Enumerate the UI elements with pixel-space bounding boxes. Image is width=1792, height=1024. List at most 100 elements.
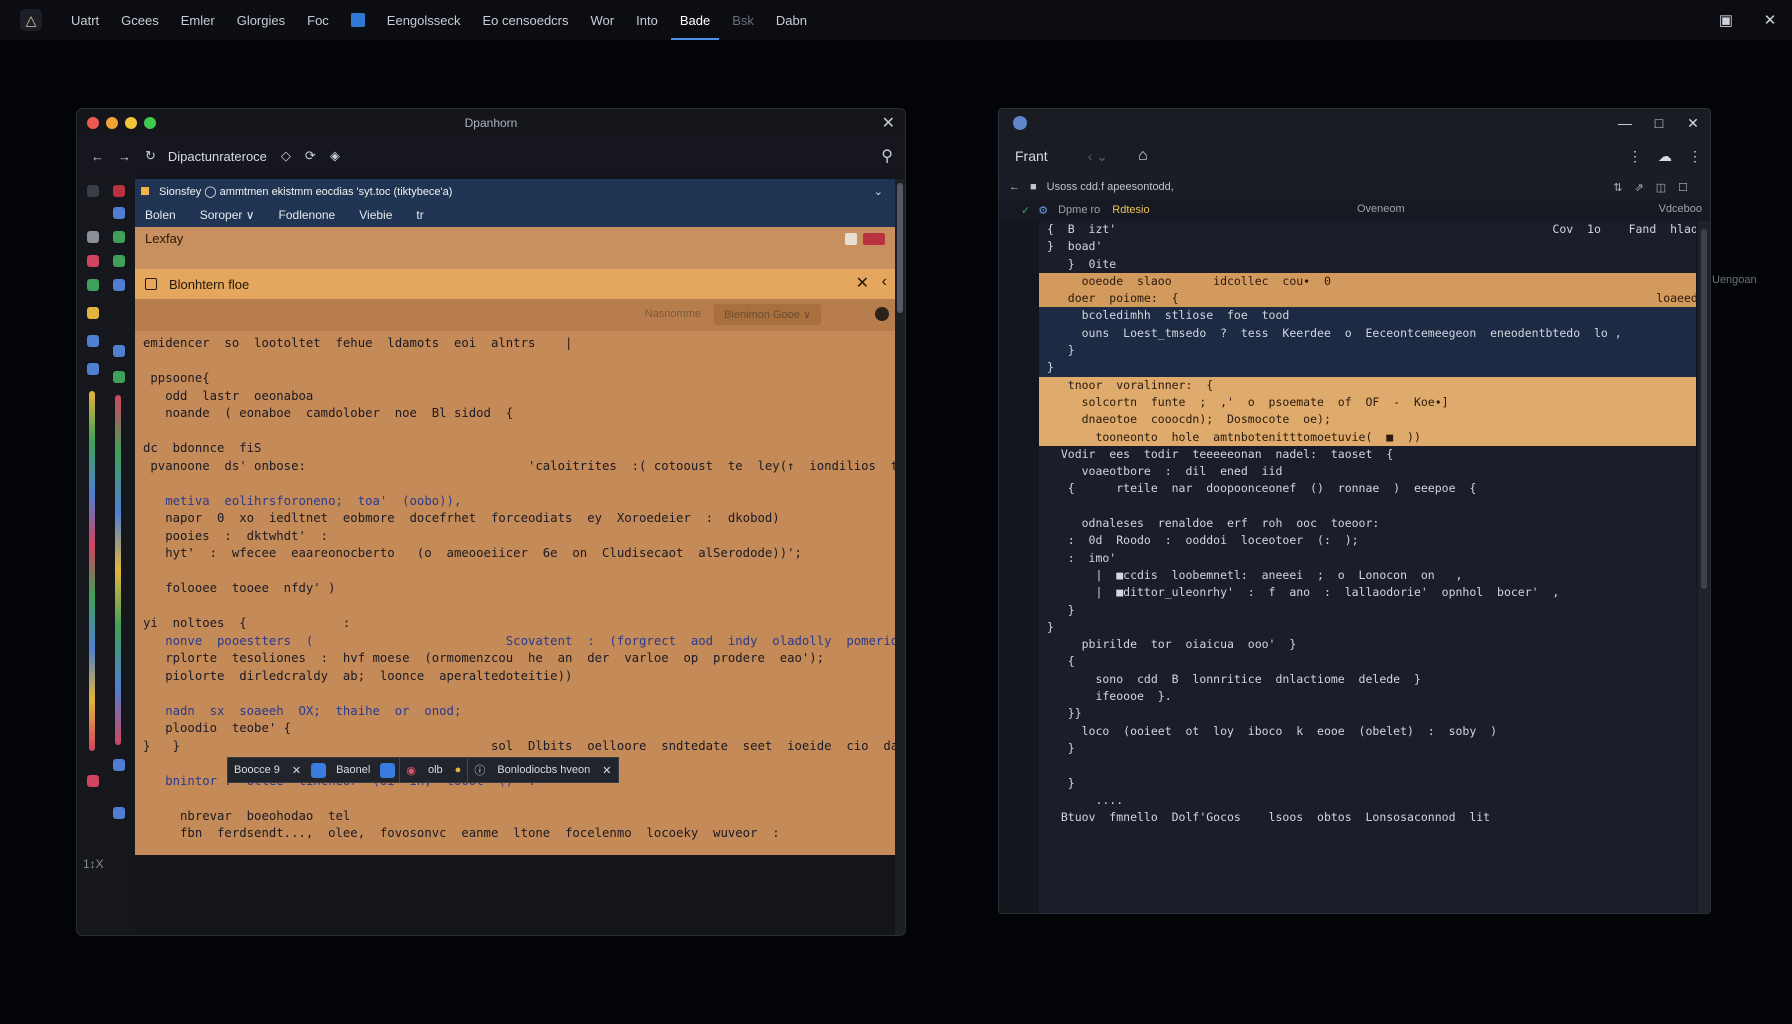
star-icon[interactable] xyxy=(87,307,99,319)
refresh-icon[interactable]: ⟳ xyxy=(305,148,316,164)
file-tab[interactable]: Soroper ∨ xyxy=(200,208,255,222)
file-icon[interactable] xyxy=(87,231,99,243)
pin-icon[interactable]: ◈ xyxy=(330,148,340,164)
pin-icon[interactable] xyxy=(380,762,396,778)
address-text[interactable]: Usoss cdd.f apeesontodd, xyxy=(1047,181,1174,193)
maximize-icon[interactable]: □ xyxy=(1642,115,1676,131)
back-arrow-icon[interactable]: ‹ ⌄ xyxy=(1088,148,1108,165)
menu-item[interactable]: Dabn xyxy=(765,0,818,40)
close-icon[interactable]: ✕ xyxy=(856,273,869,293)
diamond-icon[interactable]: ◇ xyxy=(281,148,291,164)
account-icon[interactable] xyxy=(113,759,125,771)
menu-icon[interactable]: ⋮ xyxy=(1680,148,1710,165)
file-tab[interactable]: Bolen xyxy=(145,208,176,222)
find-bar: Blonhtern floe ✕ ‹ xyxy=(135,269,897,299)
chevron-left-icon[interactable]: ‹ xyxy=(882,273,887,291)
file-tab[interactable]: tr xyxy=(416,208,423,222)
search-icon[interactable]: ⚲ xyxy=(881,146,893,166)
url-field[interactable]: Dipactunrateroce xyxy=(168,149,267,164)
close-icon[interactable]: ✕ xyxy=(1676,115,1710,132)
code-area[interactable]: { B izt' Cov 1o Fand hlaoe Nnee} boad' }… xyxy=(1039,221,1696,913)
menu-item[interactable]: Foc xyxy=(296,0,340,40)
more-vertical-icon[interactable]: ⋮ xyxy=(1620,148,1650,165)
reload-icon[interactable]: ↻ xyxy=(145,148,156,164)
folder-icon[interactable] xyxy=(113,185,125,197)
toolbar-item[interactable]: Baonel xyxy=(330,764,376,776)
checkbox[interactable] xyxy=(145,278,157,290)
code-line: solcortn funte ; ,' o psoemate of OF - K… xyxy=(1039,393,1696,412)
code-line: .... xyxy=(1047,792,1124,807)
menu-item[interactable]: Into xyxy=(625,0,669,40)
preview-icon[interactable] xyxy=(845,233,857,245)
menu-item[interactable]: Eengolsseck xyxy=(376,0,472,40)
tab-strip-text[interactable]: Sionsfey ◯ ammtmen ekistmm eocdias 'syt.… xyxy=(159,185,452,198)
extension-icon[interactable] xyxy=(113,231,125,243)
option-dropdown[interactable]: Bienimon Gooe ∨ xyxy=(714,304,821,325)
forward-arrow-icon[interactable]: → xyxy=(118,149,131,164)
scroll-thumb[interactable] xyxy=(897,183,903,313)
code-line: sono cdd B lonnritice dnlactiome delede … xyxy=(1047,671,1421,686)
gear-icon[interactable] xyxy=(113,807,125,819)
back-arrow-icon[interactable]: ← xyxy=(1009,181,1020,193)
avatar[interactable] xyxy=(875,307,889,321)
check-icon: ✓ xyxy=(1021,204,1031,217)
home-icon[interactable]: ⌂ xyxy=(1138,147,1148,165)
menu-item[interactable]: Glorgies xyxy=(226,0,296,40)
tab-active[interactable]: Rdtesio xyxy=(1112,204,1149,216)
menu-item[interactable]: Wor xyxy=(580,0,626,40)
browser-nav: ← → ↻ Dipactunrateroce ◇ ⟳ ◈ ⚲ xyxy=(77,137,905,175)
menu-item[interactable]: Gcees xyxy=(110,0,170,40)
ghost-label: Uengoan xyxy=(1712,274,1757,286)
back-arrow-icon[interactable]: ← xyxy=(91,149,104,164)
tab[interactable]: Oveneom xyxy=(1357,203,1405,215)
toolbar-item[interactable]: Boocce 9 xyxy=(228,764,286,776)
bug-icon[interactable] xyxy=(87,255,99,267)
toolbar-item[interactable]: olb xyxy=(422,764,449,776)
scroll-thumb[interactable] xyxy=(1701,229,1707,589)
browser-nav: Frant ‹ ⌄ ⌂ ⋮ ☁ ⋮ xyxy=(999,137,1710,175)
menu-item[interactable]: Eo censoedcrs xyxy=(472,0,580,40)
back-icon[interactable] xyxy=(87,185,99,197)
extension-icon[interactable]: ☁ xyxy=(1650,148,1680,165)
app-icon[interactable] xyxy=(311,762,327,778)
terminal-icon[interactable] xyxy=(113,255,125,267)
check-icon[interactable] xyxy=(113,371,125,383)
chevron-down-icon[interactable]: ⌄ xyxy=(874,185,883,198)
address-tools-icon[interactable]: ⇅⇗◫☐ xyxy=(1613,181,1700,194)
file-tab[interactable]: Viebie xyxy=(359,208,392,222)
tab[interactable]: Vdceboo xyxy=(1659,203,1702,215)
section-header: Lexfay xyxy=(135,227,897,269)
shield-icon[interactable]: △ xyxy=(20,9,42,31)
code-line: } xyxy=(1039,359,1696,377)
tag-icon[interactable] xyxy=(87,775,99,787)
menu-item[interactable]: Emler xyxy=(170,0,226,40)
scrollbar[interactable] xyxy=(895,179,905,935)
nav-label[interactable]: Frant xyxy=(1015,148,1048,164)
close-badge-icon[interactable] xyxy=(863,233,885,245)
book-icon[interactable] xyxy=(87,363,99,375)
menu-item[interactable]: Bsk xyxy=(721,0,765,40)
close-icon[interactable]: ✕ xyxy=(596,764,617,777)
minimize-icon[interactable]: — xyxy=(1608,115,1642,131)
tab[interactable]: Dpme ro xyxy=(1058,204,1100,216)
grid-icon[interactable] xyxy=(113,345,125,357)
settings-icon[interactable] xyxy=(113,279,125,291)
run-icon[interactable] xyxy=(87,279,99,291)
list-icon[interactable] xyxy=(87,335,99,347)
window-mode-icon[interactable]: ▣ xyxy=(1704,11,1748,29)
close-icon[interactable]: ✕ xyxy=(882,113,895,133)
git-icon[interactable] xyxy=(113,207,125,219)
menu-item[interactable]: Uatrt xyxy=(60,0,110,40)
file-tab[interactable]: Fodlenone xyxy=(279,208,336,222)
toolbar-item[interactable]: Bonlodiocbs hveon xyxy=(491,764,596,776)
menu-item-with-icon[interactable] xyxy=(340,0,376,40)
close-icon[interactable]: ✕ xyxy=(1748,11,1792,29)
code-line: | ■ccdis loobemnetl: aneeei ; o Lonocon … xyxy=(1047,567,1463,582)
close-icon[interactable]: ✕ xyxy=(286,764,307,777)
menu-item-active[interactable]: Bade xyxy=(669,0,721,40)
record-icon[interactable]: ◉ xyxy=(400,764,422,777)
scrollbar[interactable] xyxy=(1698,221,1710,913)
